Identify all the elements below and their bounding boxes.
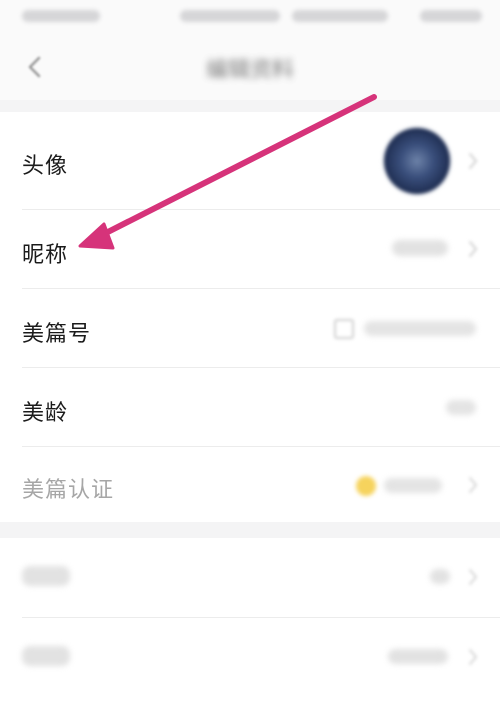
details-section xyxy=(0,538,500,711)
status-bar xyxy=(0,0,500,34)
nickname-value xyxy=(392,240,448,256)
meipian-age-value xyxy=(446,400,476,415)
verification-badge-icon xyxy=(356,476,376,496)
birthday-label xyxy=(22,646,70,666)
meipian-age-label: 美龄 xyxy=(22,401,69,426)
status-signal-blur xyxy=(292,10,388,22)
chevron-right-icon xyxy=(468,240,478,258)
meipian-id-label: 美篇号 xyxy=(22,322,92,347)
row-meipian-age: 美龄 xyxy=(0,368,500,447)
verification-label: 美篇认证 xyxy=(22,478,115,503)
row-meipian-id[interactable]: 美篇号 xyxy=(0,289,500,368)
row-verification[interactable]: 美篇认证 xyxy=(0,447,500,522)
status-network-blur xyxy=(180,10,280,22)
avatar[interactable] xyxy=(384,128,450,194)
gender-label xyxy=(22,566,70,586)
meipian-id-value xyxy=(364,321,476,336)
row-nickname[interactable]: 昵称 xyxy=(0,210,500,289)
nav-bar: 编辑资料 xyxy=(0,34,500,100)
verification-value xyxy=(384,478,442,493)
status-battery-blur xyxy=(420,10,482,22)
chevron-right-icon xyxy=(468,476,478,494)
page-title: 编辑资料 xyxy=(205,58,294,83)
row-avatar[interactable]: 头像 xyxy=(0,112,500,210)
nickname-label: 昵称 xyxy=(22,243,69,268)
chevron-right-icon xyxy=(468,152,478,170)
row-gender[interactable] xyxy=(0,538,500,618)
row-birthday[interactable] xyxy=(0,618,500,698)
avatar-label: 头像 xyxy=(22,154,69,179)
gender-value xyxy=(430,569,450,584)
profile-section: 头像 昵称 美篇号 美龄 美篇认证 xyxy=(0,112,500,522)
status-time-blur xyxy=(22,10,100,22)
chevron-right-icon xyxy=(468,568,478,586)
id-card-icon xyxy=(334,319,354,339)
birthday-value xyxy=(388,649,448,664)
chevron-right-icon xyxy=(468,648,478,666)
